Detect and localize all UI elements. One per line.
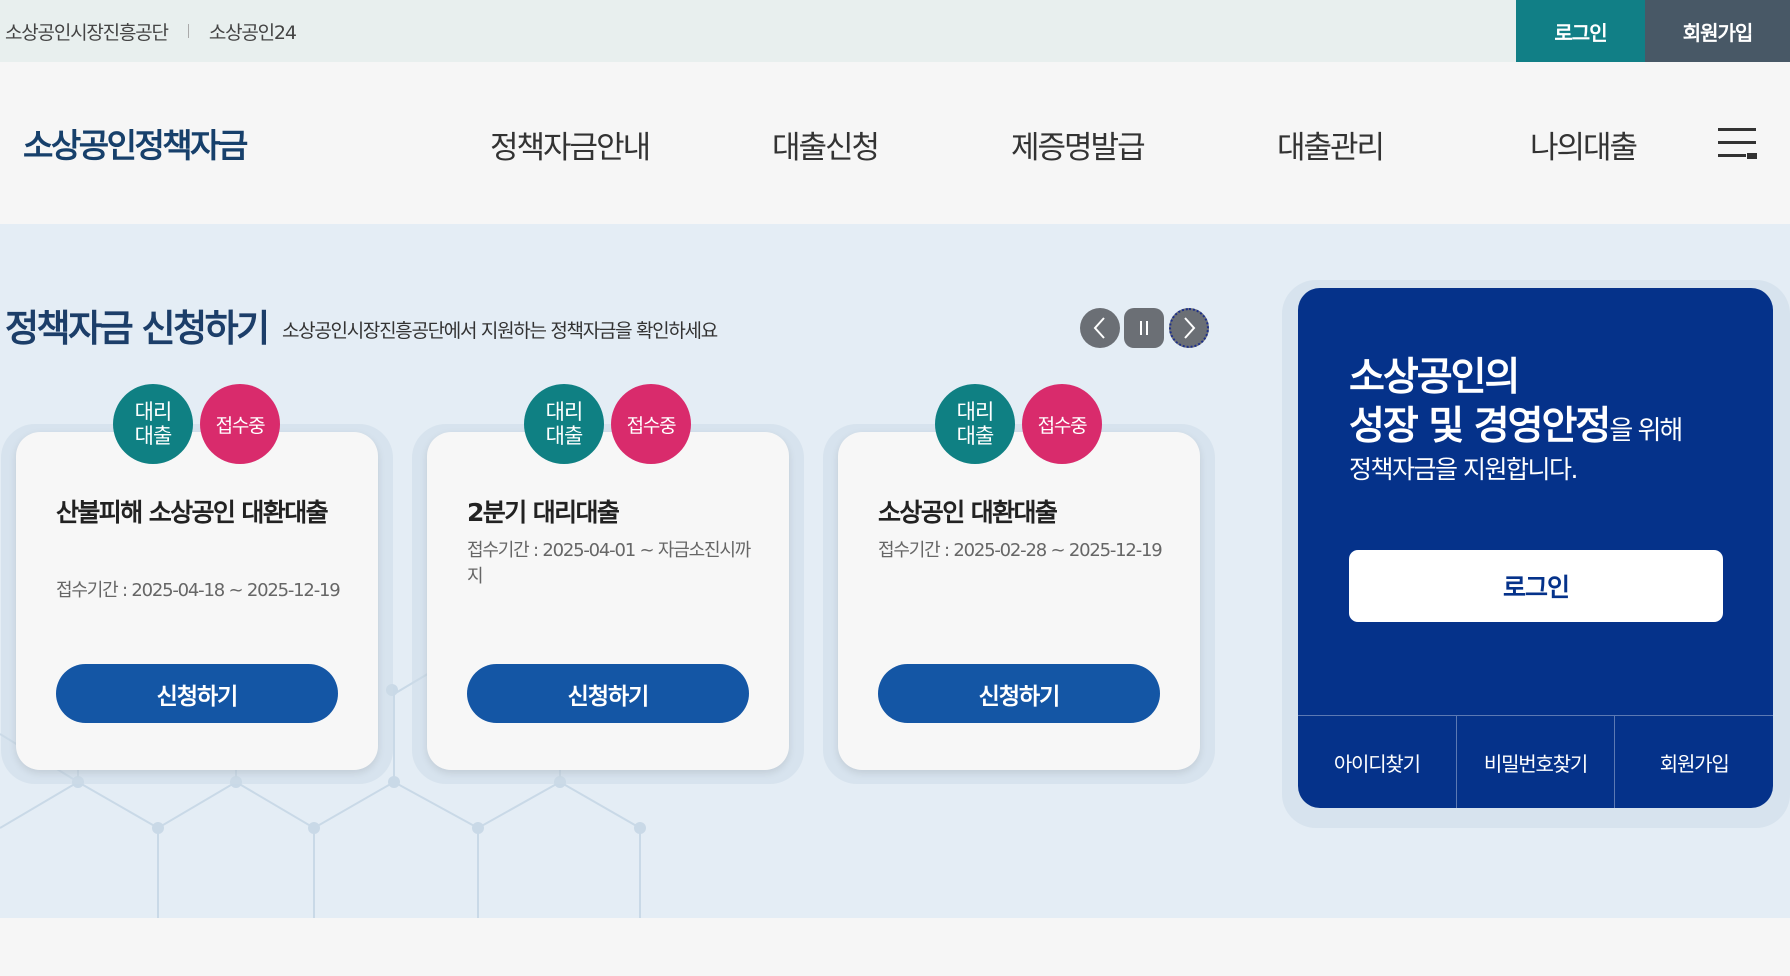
panel-headline: 소상공인의	[1349, 355, 1520, 400]
nav-policy-guide[interactable]: 정책자금안내	[490, 122, 651, 167]
proxy-loan-badge: 대리 대출	[524, 384, 604, 464]
apply-button[interactable]: 신청하기	[878, 664, 1160, 723]
nav-loan-apply[interactable]: 대출신청	[772, 122, 880, 167]
login-panel: 소상공인의 성장 및 경영안정을 위해 정책자금을 지원합니다. 로그인 아이디…	[1298, 288, 1773, 808]
page-bottom	[0, 918, 1790, 976]
policy-card: 2분기 대리대출 접수기간 : 2025-04-01 ~ 자금소진시까지 신청하…	[427, 432, 789, 770]
top-login-button[interactable]: 로그인	[1516, 0, 1645, 62]
find-password-link[interactable]: 비밀번호찾기	[1457, 716, 1616, 808]
proxy-loan-badge: 대리 대출	[113, 384, 193, 464]
badge-line: 대출	[956, 424, 995, 448]
policy-card: 소상공인 대환대출 접수기간 : 2025-02-28 ~ 2025-12-19…	[838, 432, 1200, 770]
badge-line: 대리	[134, 400, 173, 424]
panel-join-link[interactable]: 회원가입	[1615, 716, 1773, 808]
nav-my-loan[interactable]: 나의대출	[1530, 122, 1638, 167]
apply-button[interactable]: 신청하기	[467, 664, 749, 723]
section-title: 정책자금 신청하기	[5, 307, 270, 350]
pause-icon[interactable]	[1124, 308, 1164, 348]
panel-highlight: 성장 및 경영안정	[1349, 404, 1611, 449]
header: 소상공인정책자금 정책자금안내 대출신청 제증명발급 대출관리 나의대출	[0, 62, 1790, 224]
section-subtitle: 소상공인시장진흥공단에서 지원하는 정책자금을 확인하세요	[282, 320, 718, 342]
hamburger-menu-icon[interactable]	[1718, 128, 1757, 159]
divider	[187, 24, 189, 38]
panel-headline-2: 성장 및 경영안정을 위해	[1349, 395, 1683, 451]
link-semas[interactable]: 소상공인시장진흥공단	[5, 18, 169, 45]
badge-line: 대출	[134, 424, 173, 448]
card-title: 2분기 대리대출	[467, 498, 620, 527]
nav-certificate[interactable]: 제증명발급	[1011, 122, 1146, 167]
top-join-button[interactable]: 회원가입	[1645, 0, 1790, 62]
card-title: 산불피해 소상공인 대환대출	[56, 498, 329, 527]
proxy-loan-badge: 대리 대출	[935, 384, 1015, 464]
badge-line: 대리	[956, 400, 995, 424]
card-title: 소상공인 대환대출	[878, 498, 1058, 527]
main-visual: 정책자금 신청하기 소상공인시장진흥공단에서 지원하는 정책자금을 확인하세요 …	[0, 224, 1790, 918]
find-id-link[interactable]: 아이디찾기	[1298, 716, 1457, 808]
panel-login-button[interactable]: 로그인	[1349, 550, 1723, 622]
status-badge: 접수중	[611, 384, 691, 464]
link-sbiz24[interactable]: 소상공인24	[209, 18, 297, 45]
nav-loan-manage[interactable]: 대출관리	[1277, 122, 1385, 167]
site-logo[interactable]: 소상공인정책자금	[23, 119, 248, 167]
utility-bar: 소상공인시장진흥공단 소상공인24 로그인 회원가입	[0, 0, 1790, 62]
family-links: 소상공인시장진흥공단 소상공인24	[5, 0, 297, 62]
apply-button[interactable]: 신청하기	[56, 664, 338, 723]
policy-card-wrapper: 2분기 대리대출 접수기간 : 2025-04-01 ~ 자금소진시까지 신청하…	[412, 424, 804, 784]
card-period: 접수기간 : 2025-04-01 ~ 자금소진시까지	[467, 540, 751, 587]
policy-card-wrapper: 소상공인 대환대출 접수기간 : 2025-02-28 ~ 2025-12-19…	[823, 424, 1215, 784]
card-period: 접수기간 : 2025-02-28 ~ 2025-12-19	[878, 540, 1163, 561]
login-panel-wrapper: 소상공인의 성장 및 경영안정을 위해 정책자금을 지원합니다. 로그인 아이디…	[1282, 280, 1790, 828]
card-period: 접수기간 : 2025-04-18 ~ 2025-12-19	[56, 580, 341, 601]
panel-links: 아이디찾기 비밀번호찾기 회원가입	[1298, 715, 1773, 808]
prev-arrow-icon[interactable]	[1080, 308, 1120, 348]
badge-line: 대출	[545, 424, 584, 448]
policy-card: 산불피해 소상공인 대환대출 접수기간 : 2025-04-18 ~ 2025-…	[16, 432, 378, 770]
badge-line: 대리	[545, 400, 584, 424]
panel-highlight-rest: 을 위해	[1609, 416, 1683, 446]
panel-description: 정책자금을 지원합니다.	[1349, 455, 1578, 484]
status-badge: 접수중	[200, 384, 280, 464]
policy-card-wrapper: 산불피해 소상공인 대환대출 접수기간 : 2025-04-18 ~ 2025-…	[1, 424, 393, 784]
next-arrow-icon[interactable]	[1169, 308, 1209, 348]
status-badge: 접수중	[1022, 384, 1102, 464]
